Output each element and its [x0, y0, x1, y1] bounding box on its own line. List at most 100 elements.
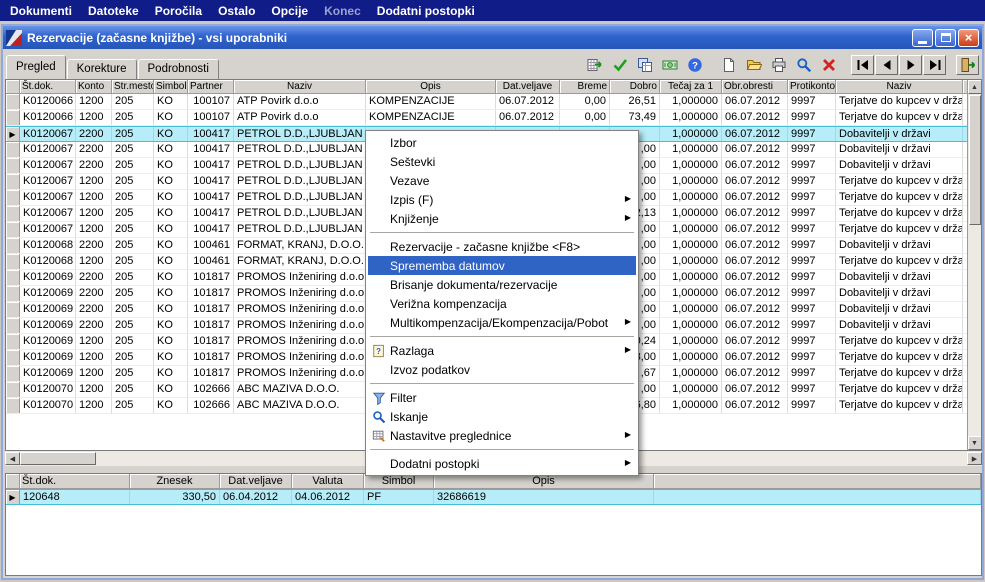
main-grid-row[interactable]: K0120066 1200 205 KO 100107 ATP Povirk d.o.o K…	[6, 110, 967, 126]
menu-item-dodatni-postopki[interactable]: Dodatni postopki ▶	[368, 454, 636, 473]
grid-cell: 06.07.2012	[722, 270, 788, 285]
search-button[interactable]	[792, 54, 816, 76]
grid-cell: 26,51	[610, 94, 660, 109]
grid-cell: 1,000000	[660, 206, 722, 221]
menubar-item-opcije[interactable]: Opcije	[263, 1, 316, 21]
main-grid-row[interactable]: K0120066 1200 205 KO 100107 ATP Povirk d.o.o K…	[6, 94, 967, 110]
grid-cell: 1,000000	[660, 190, 722, 205]
hscroll-thumb[interactable]	[20, 452, 96, 465]
bottom-grid-col-1[interactable]: Znesek	[130, 474, 220, 489]
menubar-item-dokumenti[interactable]: Dokumenti	[2, 1, 80, 21]
next-record-button[interactable]	[899, 55, 922, 75]
exit-button[interactable]	[956, 55, 979, 75]
close-button[interactable]: ×	[958, 28, 979, 47]
bottom-grid-col-2[interactable]: Dat.veljave	[220, 474, 292, 489]
grid-export-button[interactable]	[583, 54, 607, 76]
menubar-item-datoteke[interactable]: Datoteke	[80, 1, 147, 21]
grid-cell: Terjatve do kupcev v državi	[836, 110, 963, 125]
grid-cell: ABC MAZIVA D.O.O.	[234, 398, 366, 413]
main-grid-col-12[interactable]: Protikonto	[788, 80, 836, 94]
bottom-grid-row[interactable]: ▶ 120648 330,50 06.04.2012 04.06.2012 PF 32686…	[6, 489, 981, 505]
menu-item-izpis-f[interactable]: Izpis (F) ▶	[368, 190, 636, 209]
menu-item-nastavitve-preglednice[interactable]: Nastavitve preglednice ▶	[368, 426, 636, 445]
maximize-button[interactable]	[935, 28, 956, 47]
window-title: Rezervacije (začasne knjižbe) - vsi upor…	[27, 30, 288, 45]
scroll-up-icon[interactable]: ▲	[967, 80, 981, 94]
grid-cell: 06.07.2012	[722, 286, 788, 301]
menu-item-multikompenzacija-ekompenzacija-pobot[interactable]: Multikompenzacija/Ekompenzacija/Pobot ▶	[368, 313, 636, 332]
main-grid-col-7[interactable]: Dat.veljave	[496, 80, 560, 94]
grid-cell: 06.07.2012	[722, 302, 788, 317]
vscroll-thumb[interactable]	[968, 95, 981, 225]
bottom-grid-col-5[interactable]: Opis	[434, 474, 654, 489]
grid-cell: KO	[154, 110, 188, 125]
menu-item-razlaga[interactable]: ? Razlaga ▶	[368, 341, 636, 360]
menu-item-izbor[interactable]: Izbor	[368, 133, 636, 152]
copy-grid-button[interactable]	[633, 54, 657, 76]
scroll-right-icon[interactable]: ▶	[967, 452, 982, 465]
menu-item-rezervacije-za-asne-knji-be-f8[interactable]: Rezervacije - začasne knjižbe <F8>	[368, 237, 636, 256]
menu-item-izvoz-podatkov[interactable]: Izvoz podatkov	[368, 360, 636, 379]
minimize-button[interactable]	[912, 28, 933, 47]
main-grid-col-2[interactable]: Str.mesto	[112, 80, 154, 94]
first-record-button[interactable]	[851, 55, 874, 75]
next-record-icon	[903, 57, 919, 73]
menu-item-knji-enje[interactable]: Knjiženje ▶	[368, 209, 636, 228]
grid-cell: 9997	[788, 110, 836, 125]
main-grid-col-9[interactable]: Dobro	[610, 80, 660, 94]
menubar-item-ostalo[interactable]: Ostalo	[210, 1, 263, 21]
menu-item-se-tevki[interactable]: Seštevki	[368, 152, 636, 171]
menu-item-sprememba-datumov[interactable]: Sprememba datumov	[368, 256, 636, 275]
window-controls: ×	[912, 28, 979, 47]
grid-cell: K0120069	[20, 334, 76, 349]
bottom-grid-col-3[interactable]: Valuta	[292, 474, 364, 489]
scroll-left-icon[interactable]: ◀	[5, 452, 20, 465]
tab-podrobnosti[interactable]: Podrobnosti	[137, 59, 219, 79]
main-grid-col-4[interactable]: Partner	[188, 80, 234, 94]
print-button[interactable]	[767, 54, 791, 76]
money-button[interactable]	[658, 54, 682, 76]
menu-item-filter[interactable]: Filter	[368, 388, 636, 407]
bottom-grid-col-0[interactable]: Št.dok.	[20, 474, 130, 489]
last-record-button[interactable]	[923, 55, 946, 75]
grid-cell: PETROL D.D.,LJUBLJAN	[234, 222, 366, 237]
menu-item-iskanje[interactable]: Iskanje	[368, 407, 636, 426]
main-grid-col-3[interactable]: Simbol	[154, 80, 188, 94]
menu-item-label: Verižna kompenzacija	[390, 296, 507, 311]
help-button[interactable]: ?	[683, 54, 707, 76]
grid-cell: 1,000000	[660, 174, 722, 189]
main-grid-col-13[interactable]: Naziv	[836, 80, 963, 94]
previous-record-button[interactable]	[875, 55, 898, 75]
menu-item-label: Izbor	[390, 135, 417, 150]
grid-cell: KOMPENZACIJE	[366, 110, 496, 125]
delete-button[interactable]	[817, 54, 841, 76]
tab-korekture[interactable]: Korekture	[66, 59, 137, 79]
main-grid-col-11[interactable]: Obr.obresti	[722, 80, 788, 94]
grid-cell: KO	[154, 174, 188, 189]
main-grid-col-5[interactable]: Naziv	[234, 80, 366, 94]
open-folder-button[interactable]	[742, 54, 766, 76]
main-grid-col-1[interactable]: Konto	[76, 80, 112, 94]
bottom-grid-col-4[interactable]: Simbol	[364, 474, 434, 489]
menubar-item-konec[interactable]: Konec	[316, 1, 369, 21]
main-grid-vscrollbar[interactable]: ▲ ▼	[967, 80, 981, 450]
new-document-button[interactable]	[717, 54, 741, 76]
confirm-button[interactable]	[608, 54, 632, 76]
menu-item-veri-na-kompenzacija[interactable]: Verižna kompenzacija	[368, 294, 636, 313]
titlebar[interactable]: Rezervacije (začasne knjižbe) - vsi upor…	[3, 26, 982, 49]
main-grid-col-10[interactable]: Tečaj za 1	[660, 80, 722, 94]
main-grid-col-8[interactable]: Breme	[560, 80, 610, 94]
menubar-item-dodatni-postopki[interactable]: Dodatni postopki	[369, 1, 483, 21]
grid-cell: 205	[112, 398, 154, 413]
main-grid-col-6[interactable]: Opis	[366, 80, 496, 94]
main-grid-col-0[interactable]: Št.dok.	[20, 80, 76, 94]
menubar-item-poro-ila[interactable]: Poročila	[147, 1, 210, 21]
grid-cell: 205	[112, 158, 154, 173]
menu-item-vezave[interactable]: Vezave	[368, 171, 636, 190]
tab-pregled[interactable]: Pregled	[6, 55, 66, 79]
grid-cell: 2200	[76, 127, 112, 141]
grid-cell: 205	[112, 350, 154, 365]
row-marker	[6, 302, 20, 317]
scroll-down-icon[interactable]: ▼	[967, 436, 981, 450]
menu-item-brisanje-dokumenta-rezervacije[interactable]: Brisanje dokumenta/rezervacije	[368, 275, 636, 294]
